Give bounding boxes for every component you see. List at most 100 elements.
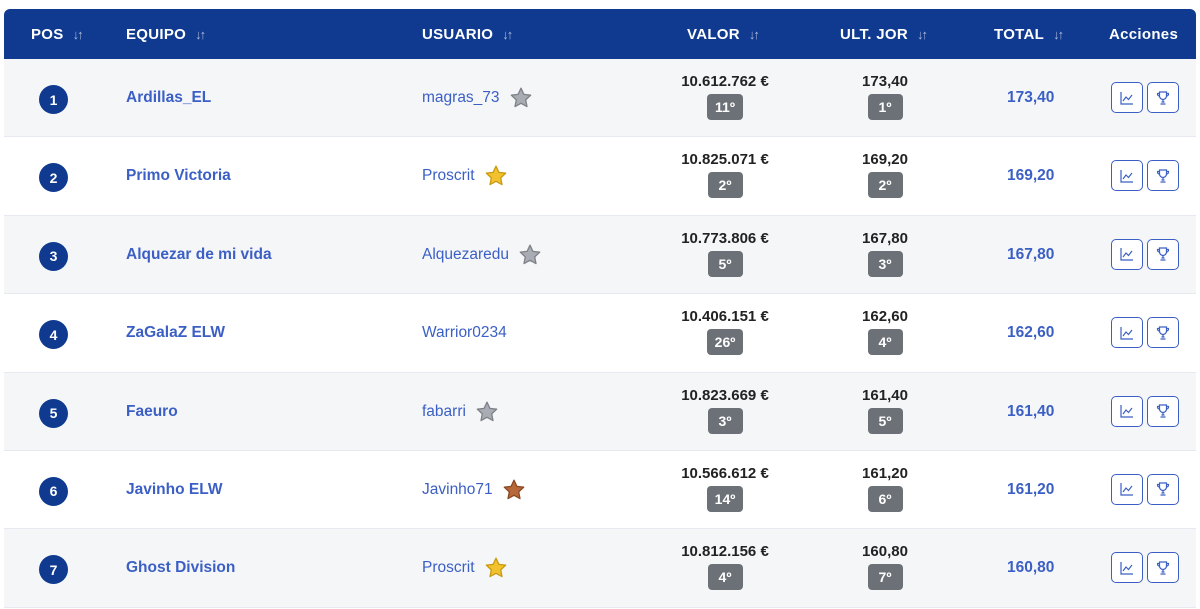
- ult-jor-rank-badge: 6º: [867, 485, 903, 512]
- total-points: 161,40: [1007, 402, 1055, 420]
- stats-button[interactable]: [1111, 552, 1143, 584]
- header-pos[interactable]: POS ↓↑: [31, 9, 84, 59]
- position-badge: 3: [39, 241, 68, 271]
- trophy-button[interactable]: [1147, 160, 1179, 192]
- trophy-icon: [1155, 481, 1171, 497]
- stats-button[interactable]: [1111, 317, 1143, 349]
- sort-arrows-icon: ↓↑: [748, 26, 760, 42]
- stats-button[interactable]: [1111, 82, 1143, 113]
- star-gold-icon: [484, 556, 508, 580]
- trophy-button[interactable]: [1147, 395, 1179, 427]
- team-link[interactable]: Ardillas_EL: [126, 59, 211, 137]
- user-cell: Proscrit: [422, 529, 508, 607]
- ult-jor-cell: 169,20 2º: [845, 151, 925, 199]
- position-badge: 2: [39, 163, 68, 193]
- valor-cell: 10.566.612 € 14º: [667, 465, 783, 512]
- header-ult-jor[interactable]: ULT. JOR ↓↑: [840, 9, 928, 59]
- valor-rank-badge: 5º: [707, 250, 743, 277]
- ult-jor-rank-badge: 7º: [867, 564, 903, 591]
- ranking-table: POS ↓↑ EQUIPO ↓↑ USUARIO ↓↑ VALOR ↓↑ ULT…: [4, 9, 1196, 608]
- header-usuario[interactable]: USUARIO ↓↑: [422, 9, 513, 59]
- team-link[interactable]: Javinho ELW: [126, 451, 222, 529]
- user-cell: Alquezaredu: [422, 216, 542, 294]
- user-link[interactable]: fabarri: [422, 403, 466, 421]
- total-points: 173,40: [1007, 89, 1055, 106]
- team-link[interactable]: ZaGalaZ ELW: [126, 294, 225, 372]
- header-acciones-label: Acciones: [1109, 25, 1179, 43]
- table-header: POS ↓↑ EQUIPO ↓↑ USUARIO ↓↑ VALOR ↓↑ ULT…: [4, 9, 1196, 59]
- line-chart-icon: [1119, 246, 1135, 262]
- total-points: 169,20: [1007, 167, 1055, 185]
- valor-cell: 10.812.156 € 4º: [667, 543, 783, 591]
- header-ult-jor-label: ULT. JOR: [840, 25, 908, 43]
- valor-cell: 10.773.806 € 5º: [667, 230, 783, 277]
- stats-button[interactable]: [1111, 238, 1143, 270]
- header-valor-label: VALOR: [687, 25, 740, 43]
- trophy-icon: [1155, 560, 1171, 576]
- team-link[interactable]: Alquezar de mi vida: [126, 216, 272, 294]
- header-valor[interactable]: VALOR ↓↑: [687, 9, 760, 59]
- header-acciones: Acciones: [1109, 9, 1178, 59]
- table-row: 5 Faeuro fabarri 10.823.669 €3º 161,40 5º 161,…: [4, 372, 1196, 451]
- valor-rank-badge: 4º: [707, 564, 743, 591]
- header-total[interactable]: TOTAL ↓↑: [994, 9, 1064, 59]
- trophy-button[interactable]: [1147, 82, 1179, 113]
- table-row: 7 Ghost Division Proscrit 10.812.156 € 4º 160…: [4, 529, 1196, 608]
- user-link[interactable]: Alquezaredu: [422, 246, 509, 264]
- user-cell: magras_73: [422, 59, 533, 137]
- header-equipo-label: EQUIPO: [126, 25, 187, 43]
- user-link[interactable]: Javinho71: [422, 481, 493, 499]
- position-badge: 6: [39, 476, 68, 506]
- team-link[interactable]: Primo Victoria: [126, 137, 231, 215]
- ult-jor-points: 160,80: [862, 543, 908, 561]
- team-link[interactable]: Ghost Division: [126, 529, 235, 607]
- trophy-icon: [1155, 325, 1171, 341]
- line-chart-icon: [1119, 560, 1135, 576]
- valor-amount: 10.823.669 €: [681, 386, 769, 404]
- table-row: 3 Alquezar de mi vida Alquezaredu 10.773.80…: [4, 215, 1196, 295]
- user-link[interactable]: Proscrit: [422, 167, 475, 185]
- user-cell: fabarri: [422, 373, 499, 451]
- user-link[interactable]: Proscrit: [422, 559, 475, 577]
- total-points: 162,60: [1007, 324, 1055, 342]
- ult-jor-points: 161,40: [862, 386, 908, 404]
- user-link[interactable]: magras_73: [422, 89, 500, 107]
- position-badge: 1: [39, 85, 68, 114]
- sort-arrows-icon: ↓↑: [916, 26, 928, 42]
- position-badge: 5: [39, 398, 68, 428]
- ult-jor-rank-badge: 4º: [867, 329, 903, 356]
- table-body: 1 Ardillas_EL magras_73 10.612.762 € 11º 173,…: [4, 59, 1196, 608]
- team-link[interactable]: Faeuro: [126, 373, 178, 451]
- stats-button[interactable]: [1111, 473, 1143, 505]
- trophy-icon: [1155, 90, 1171, 106]
- ult-jor-points: 162,60: [862, 308, 908, 326]
- stats-button[interactable]: [1111, 160, 1143, 192]
- user-link[interactable]: Warrior0234: [422, 324, 507, 342]
- sort-arrows-icon: ↓↑: [502, 26, 513, 42]
- valor-amount: 10.773.806 €: [681, 229, 769, 247]
- header-pos-label: POS: [31, 25, 64, 43]
- header-equipo[interactable]: EQUIPO ↓↑: [126, 9, 206, 59]
- header-total-label: TOTAL: [994, 25, 1045, 43]
- header-usuario-label: USUARIO: [422, 25, 494, 43]
- ult-jor-cell: 161,40 5º: [845, 387, 925, 434]
- ult-jor-rank-badge: 1º: [867, 94, 903, 120]
- table-row: 6 Javinho ELW Javinho71 10.566.612 € 14º 161,…: [4, 450, 1196, 530]
- total-points: 167,80: [1007, 245, 1055, 263]
- valor-cell: 10.612.762 € 11º: [667, 73, 783, 120]
- trophy-button[interactable]: [1147, 317, 1179, 349]
- trophy-button[interactable]: [1147, 473, 1179, 505]
- star-silver-icon: [509, 86, 533, 110]
- valor-amount: 10.812.156 €: [681, 543, 769, 561]
- ult-jor-cell: 162,60 4º: [845, 308, 925, 356]
- ult-jor-rank-badge: 5º: [867, 407, 903, 434]
- sort-arrows-icon: ↓↑: [1053, 26, 1064, 42]
- trophy-button[interactable]: [1147, 238, 1179, 270]
- valor-rank-badge: 14º: [706, 485, 744, 512]
- stats-button[interactable]: [1111, 395, 1143, 427]
- table-row: 2 Primo Victoria Proscrit 10.825.071 €2º 169…: [4, 137, 1196, 216]
- valor-rank-badge: 11º: [707, 94, 743, 120]
- ult-jor-cell: 173,40 1º: [845, 73, 925, 120]
- user-cell: Javinho71: [422, 451, 526, 529]
- trophy-button[interactable]: [1147, 552, 1179, 584]
